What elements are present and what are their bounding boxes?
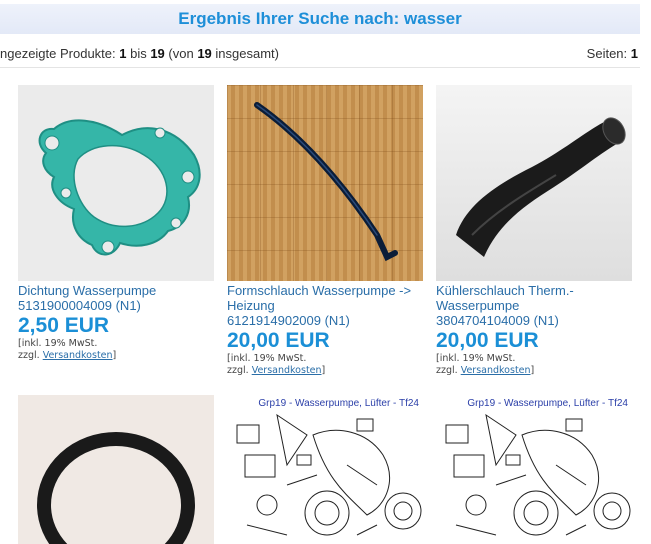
- shipping-prefix: zzgl.: [18, 350, 43, 361]
- shown-products-info: ngezeigte Produkte: 1 bis 19 (von 19 ins…: [0, 46, 279, 61]
- shipping-cost-link[interactable]: Versandkosten: [461, 365, 531, 376]
- gasket-image[interactable]: [18, 85, 214, 281]
- product-title[interactable]: Kühlerschlauch Therm.- Wasserpumpe 38047…: [436, 283, 632, 328]
- vat-note: [inkl. 19% MwSt.: [436, 353, 516, 364]
- pagination-info: Seiten: 1: [587, 46, 638, 61]
- shown-products-label: ngezeigte Produkte:: [0, 46, 120, 61]
- o-ring-image[interactable]: [18, 395, 214, 544]
- shipping-prefix: zzgl.: [227, 365, 252, 376]
- result-meta-bar: ngezeigte Produkte: 1 bis 19 (von 19 ins…: [0, 38, 640, 68]
- o-ring-icon: [37, 432, 195, 544]
- hose-icon: [254, 102, 398, 262]
- shipping-cost-link[interactable]: Versandkosten: [252, 365, 322, 376]
- tax-info: [inkl. 19% MwSt. zzgl. Versandkosten]: [227, 353, 423, 377]
- hose-on-parquet-image[interactable]: [227, 85, 423, 281]
- exploded-diagram-image[interactable]: Grp19 - Wasserpumpe, Lüfter - Tf24: [227, 395, 423, 544]
- diagram-title: Grp19 - Wasserpumpe, Lüfter - Tf24: [258, 398, 419, 409]
- search-result-heading: Ergebnis Ihrer Suche nach: wasser: [0, 4, 640, 34]
- pages-label: Seiten:: [586, 46, 631, 61]
- product-price: 20,00 EUR: [436, 329, 539, 352]
- gasket-icon: [38, 119, 201, 256]
- tax-info: [inkl. 19% MwSt. zzgl. Versandkosten]: [18, 338, 214, 362]
- product-card: Grp19 - Wasserpumpe, Lüfter - Tf24: [436, 395, 632, 544]
- product-title-line[interactable]: Dichtung Wasserpumpe: [18, 283, 214, 298]
- product-card: Formschlauch Wasserpumpe -> Heizung 6121…: [227, 85, 423, 377]
- product-sku[interactable]: 3804704104009 (N1): [436, 313, 632, 328]
- shown-sep-of: (von: [164, 46, 198, 61]
- product-card: Kühlerschlauch Therm.- Wasserpumpe 38047…: [436, 85, 632, 377]
- product-sku[interactable]: 5131900004009 (N1): [18, 298, 214, 313]
- product-price: 2,50 EUR: [18, 314, 110, 337]
- exploded-diagram-image[interactable]: Grp19 - Wasserpumpe, Lüfter - Tf24: [436, 395, 632, 544]
- diagram-icon: [445, 413, 631, 536]
- shown-to: 19: [150, 46, 165, 61]
- product-card: Dichtung Wasserpumpe 5131900004009 (N1) …: [18, 85, 214, 362]
- shipping-cost-link[interactable]: Versandkosten: [43, 350, 113, 361]
- shown-sep-to: bis: [126, 46, 151, 61]
- product-card: Grp19 - Wasserpumpe, Lüfter - Tf24: [227, 395, 423, 544]
- cooler-hose-image[interactable]: [436, 85, 632, 281]
- shipping-suffix: ]: [112, 350, 117, 361]
- product-title-line[interactable]: Formschlauch Wasserpumpe ->: [227, 283, 423, 298]
- shipping-suffix: ]: [321, 365, 326, 376]
- product-card: [18, 395, 214, 544]
- shipping-suffix: ]: [530, 365, 535, 376]
- diagram-icon: [236, 413, 422, 536]
- shipping-prefix: zzgl.: [436, 365, 461, 376]
- tax-info: [inkl. 19% MwSt. zzgl. Versandkosten]: [436, 353, 632, 377]
- shown-total-label: insgesamt): [211, 46, 279, 61]
- diagram-title: Grp19 - Wasserpumpe, Lüfter - Tf24: [467, 398, 628, 409]
- product-title-line[interactable]: Kühlerschlauch Therm.-: [436, 283, 632, 298]
- page-number[interactable]: 1: [631, 46, 638, 61]
- product-sku[interactable]: 6121914902009 (N1): [227, 313, 423, 328]
- product-title-line[interactable]: Heizung: [227, 298, 423, 313]
- product-title-line[interactable]: Wasserpumpe: [436, 298, 632, 313]
- vat-note: [inkl. 19% MwSt.: [18, 338, 98, 349]
- cooler-hose-icon: [456, 117, 626, 257]
- product-title[interactable]: Formschlauch Wasserpumpe -> Heizung 6121…: [227, 283, 423, 328]
- shown-total: 19: [197, 46, 212, 61]
- product-title[interactable]: Dichtung Wasserpumpe 5131900004009 (N1): [18, 283, 214, 313]
- vat-note: [inkl. 19% MwSt.: [227, 353, 307, 364]
- product-price: 20,00 EUR: [227, 329, 330, 352]
